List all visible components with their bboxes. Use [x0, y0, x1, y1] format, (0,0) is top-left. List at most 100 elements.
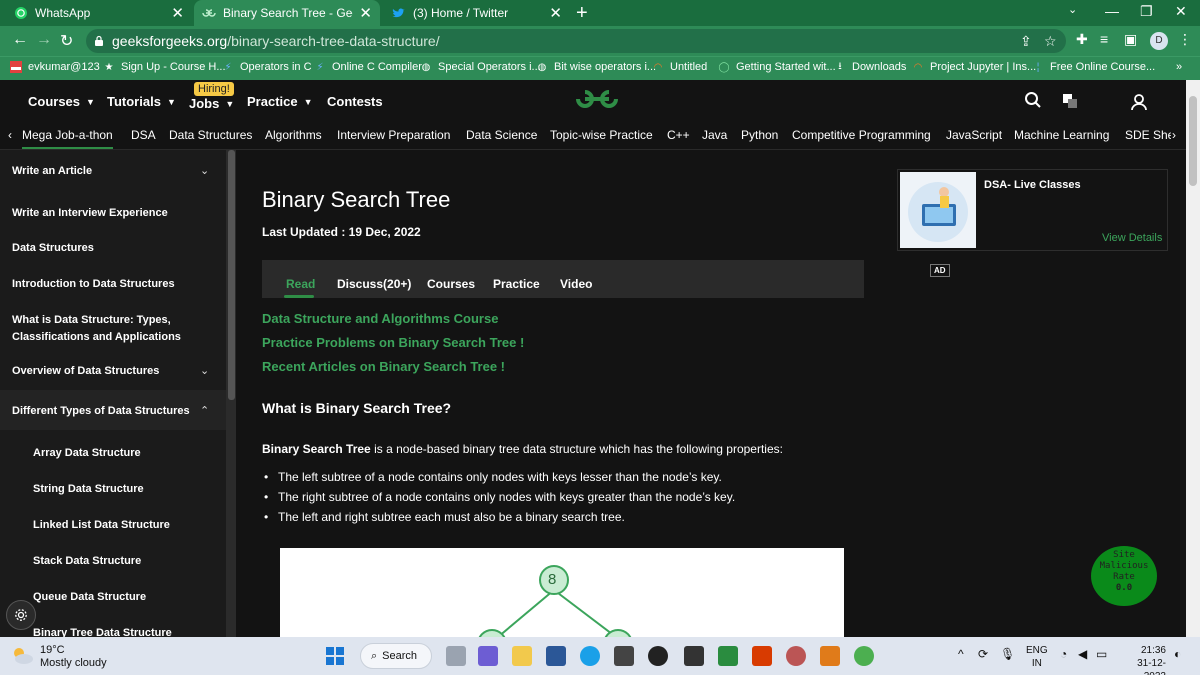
nav-courses[interactable]: Courses ▼: [28, 94, 95, 109]
sidebar-item-interview-experience[interactable]: Write an Interview Experience: [12, 205, 212, 222]
bookmark-item[interactable]: ◍ Special Operators i...: [420, 61, 541, 73]
office-icon[interactable]: [752, 646, 772, 666]
sidebar-item-linked-list[interactable]: Linked List Data Structure: [33, 517, 233, 534]
store-icon[interactable]: [614, 646, 634, 666]
chevron-down-icon[interactable]: ⌄: [200, 164, 209, 177]
bookmarks-overflow-button[interactable]: »: [1176, 61, 1182, 73]
profile-avatar[interactable]: D: [1150, 32, 1168, 50]
edge-icon[interactable]: [580, 646, 600, 666]
sidebar-item-what-is-ds[interactable]: What is Data Structure: Types, Classific…: [12, 312, 182, 346]
chevron-up-icon[interactable]: ^: [958, 648, 964, 661]
sidepanel-icon[interactable]: ▣: [1124, 31, 1137, 48]
link-practice-problems[interactable]: Practice Problems on Binary Search Tree …: [262, 335, 524, 350]
windows-start-icon[interactable]: [326, 647, 344, 670]
sidebar-item-types-of-ds[interactable]: Different Types of Data Structures: [12, 403, 212, 420]
category-item[interactable]: Java: [702, 128, 727, 142]
category-item[interactable]: JavaScript: [946, 128, 1002, 142]
microphone-icon[interactable]: 🎙: [1000, 648, 1015, 661]
tab-video[interactable]: Video: [560, 277, 592, 291]
media-icon[interactable]: ≡: [1100, 31, 1108, 47]
sidebar-scrollbar-thumb[interactable]: [228, 150, 235, 400]
menu-icon[interactable]: ⋮: [1178, 31, 1192, 48]
sidebar-item-write-article[interactable]: Write an Article: [12, 163, 212, 180]
sidebar-item-array[interactable]: Array Data Structure: [33, 445, 233, 462]
chevron-down-icon[interactable]: ⌄: [1068, 3, 1077, 16]
sidebar-item-introduction[interactable]: Introduction to Data Structures: [12, 276, 212, 293]
language-indicator[interactable]: ENG IN: [1026, 644, 1048, 670]
bookmark-item[interactable]: ▬ evkumar@123: [10, 61, 100, 73]
chevron-up-icon[interactable]: ⌃: [200, 404, 209, 417]
tab-twitter[interactable]: (3) Home / Twitter ✕: [384, 0, 570, 26]
category-item[interactable]: Python: [741, 128, 778, 142]
settings-gear-button[interactable]: [6, 600, 36, 630]
star-icon[interactable]: ☆: [1044, 33, 1057, 50]
bookmark-item[interactable]: ◠ Project Jupyter | Ins...: [912, 61, 1037, 73]
dell-icon[interactable]: [648, 646, 668, 666]
forward-button[interactable]: →: [36, 31, 52, 49]
view-details-link[interactable]: View Details: [1102, 232, 1162, 244]
category-item[interactable]: DSA: [131, 128, 156, 142]
tab-practice[interactable]: Practice: [493, 277, 540, 291]
scroll-right-icon[interactable]: ›: [1172, 128, 1176, 142]
sidebar-item-stack[interactable]: Stack Data Structure: [33, 553, 233, 570]
category-item[interactable]: Interview Preparation: [337, 128, 450, 142]
category-item[interactable]: Data Structures: [169, 128, 252, 142]
tab-courses[interactable]: Courses: [427, 277, 475, 291]
category-item[interactable]: Mega Job-a-thon: [22, 128, 113, 149]
tab-read[interactable]: Read: [286, 277, 315, 291]
restore-button[interactable]: ❐: [1140, 3, 1153, 20]
reload-button[interactable]: ↻: [60, 31, 73, 51]
sidebar-item-data-structures[interactable]: Data Structures: [12, 240, 212, 257]
category-item[interactable]: Machine Learning: [1014, 128, 1109, 142]
tab-geeksforgeeks[interactable]: Binary Search Tree - GeeksforGee ✕: [194, 0, 380, 26]
promo-card[interactable]: DSA- Live Classes View Details: [897, 169, 1168, 251]
bookmark-item[interactable]: ¦ Free Online Course...: [1032, 61, 1155, 73]
wifi-icon[interactable]: ◔: [1060, 648, 1067, 661]
bookmark-item[interactable]: ◠ Untitled: [652, 61, 708, 73]
hourglass-icon[interactable]: [820, 646, 840, 666]
task-view-icon[interactable]: [446, 646, 466, 666]
category-item[interactable]: Topic-wise Practice: [550, 128, 653, 142]
page-scrollbar-thumb[interactable]: [1189, 96, 1197, 186]
sync-icon[interactable]: ⟳: [978, 648, 988, 661]
sidebar-item-queue[interactable]: Queue Data Structure: [33, 589, 233, 606]
app-icon[interactable]: [718, 646, 738, 666]
search-icon[interactable]: [1024, 91, 1042, 114]
chevron-down-icon[interactable]: ⌄: [200, 364, 209, 377]
close-icon[interactable]: ✕: [549, 4, 562, 22]
user-icon[interactable]: [1130, 93, 1148, 116]
app-icon[interactable]: [684, 646, 704, 666]
bookmark-item[interactable]: ⚡ Operators in C: [222, 61, 311, 73]
nav-jobs[interactable]: Jobs ▼: [189, 96, 234, 111]
chrome-icon[interactable]: [854, 646, 874, 666]
category-item[interactable]: Data Science: [466, 128, 537, 142]
nav-practice[interactable]: Practice ▼: [247, 94, 313, 109]
tab-whatsapp[interactable]: WhatsApp ✕: [6, 0, 192, 26]
category-item[interactable]: Competitive Programming: [792, 128, 931, 142]
app-icon[interactable]: [786, 646, 806, 666]
back-button[interactable]: ←: [12, 31, 28, 49]
bookmark-item[interactable]: ★ Sign Up - Course H...: [103, 61, 226, 73]
file-explorer-icon[interactable]: [512, 646, 532, 666]
nav-tutorials[interactable]: Tutorials ▼: [107, 94, 176, 109]
sidebar-item-string[interactable]: String Data Structure: [33, 481, 233, 498]
bookmark-item[interactable]: ⚡ Online C Compiler: [314, 61, 421, 73]
translate-icon[interactable]: [1062, 93, 1078, 114]
category-item[interactable]: SDE Shee: [1125, 128, 1171, 142]
close-icon[interactable]: ✕: [171, 4, 184, 22]
share-icon[interactable]: ⇪: [1020, 33, 1032, 50]
notifications-icon[interactable]: ◐: [1174, 648, 1181, 661]
nav-contests[interactable]: Contests: [327, 94, 383, 109]
link-recent-articles[interactable]: Recent Articles on Binary Search Tree !: [262, 359, 505, 374]
new-tab-button[interactable]: +: [576, 2, 588, 25]
clock[interactable]: 21:3631-12-2022: [1120, 644, 1166, 675]
geeksforgeeks-logo[interactable]: [574, 88, 620, 115]
tab-discuss[interactable]: Discuss(20+): [337, 277, 411, 291]
extensions-icon[interactable]: ✚: [1076, 31, 1088, 48]
sidebar-item-binary-tree[interactable]: Binary Tree Data Structure: [33, 625, 233, 637]
bookmark-item[interactable]: ◯ Getting Started wit...: [718, 61, 835, 73]
category-item[interactable]: C++: [667, 128, 690, 142]
sidebar-item-overview[interactable]: Overview of Data Structures: [12, 363, 212, 380]
close-window-button[interactable]: ✕: [1175, 3, 1187, 20]
battery-icon[interactable]: ▭: [1096, 648, 1107, 661]
